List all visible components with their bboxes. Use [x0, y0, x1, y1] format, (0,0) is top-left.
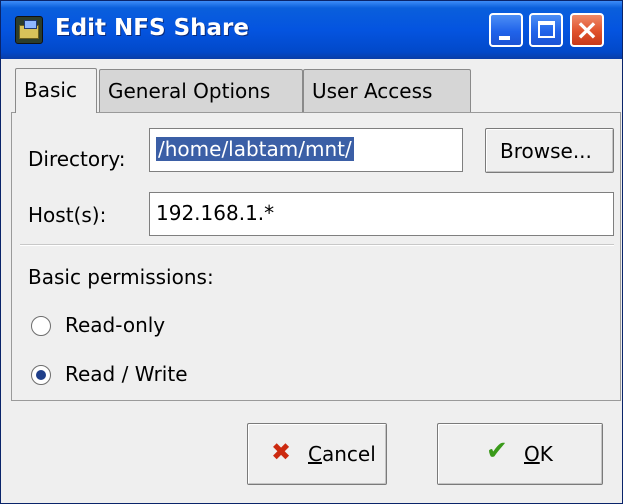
- separator: [20, 244, 614, 246]
- read-write-label[interactable]: Read / Write: [65, 362, 188, 386]
- cancel-button[interactable]: ✖ Cancel: [247, 423, 387, 485]
- cancel-label-rest: ancel: [321, 442, 376, 466]
- ok-mnemonic: O: [524, 442, 540, 466]
- tab-basic[interactable]: Basic: [15, 68, 97, 113]
- window-title: Edit NFS Share: [55, 15, 249, 41]
- directory-value: /home/labtam/mnt/: [156, 137, 354, 161]
- tab-panel-basic: Directory: /home/labtam/mnt/ Browse... H…: [11, 112, 621, 401]
- hosts-label: Host(s):: [28, 203, 107, 227]
- close-icon: ×: [575, 13, 599, 46]
- computer-shape: [24, 20, 37, 29]
- tab-user-access-label: User Access: [312, 79, 433, 103]
- radio-selected-dot: [36, 370, 46, 380]
- read-only-radio[interactable]: [31, 316, 51, 336]
- ok-label-rest: K: [539, 442, 553, 466]
- cancel-label: Cancel: [308, 442, 376, 466]
- nfs-app-icon: [15, 16, 43, 44]
- maximize-button[interactable]: [529, 13, 563, 47]
- basic-permissions-heading: Basic permissions:: [28, 265, 214, 289]
- directory-label: Directory:: [28, 147, 126, 171]
- read-only-label[interactable]: Read-only: [65, 313, 165, 337]
- tab-general-options[interactable]: General Options: [99, 69, 303, 113]
- browse-button[interactable]: Browse...: [485, 128, 614, 173]
- cancel-mnemonic: C: [308, 442, 322, 466]
- tab-user-access[interactable]: User Access: [303, 69, 471, 113]
- tab-basic-label: Basic: [24, 78, 77, 102]
- minimize-button[interactable]: [489, 13, 523, 47]
- tab-general-options-label: General Options: [108, 79, 271, 103]
- cancel-x-icon: ✖: [271, 438, 292, 466]
- checkmark-icon: ✔: [486, 436, 508, 466]
- directory-input[interactable]: /home/labtam/mnt/: [149, 128, 463, 172]
- ok-button[interactable]: ✔ OK: [437, 423, 603, 485]
- browse-label: Browse...: [500, 139, 592, 163]
- title-bar[interactable]: Edit NFS Share ×: [1, 1, 622, 59]
- ok-label: OK: [524, 442, 553, 466]
- hosts-input[interactable]: 192.168.1.*: [149, 192, 614, 236]
- read-write-radio[interactable]: [31, 365, 51, 385]
- minimize-icon: [499, 36, 510, 40]
- edit-nfs-share-dialog: Edit NFS Share × Basic General Options U…: [0, 0, 623, 504]
- hosts-value: 192.168.1.*: [156, 201, 275, 225]
- close-button[interactable]: ×: [570, 13, 604, 47]
- maximize-icon: [538, 21, 555, 38]
